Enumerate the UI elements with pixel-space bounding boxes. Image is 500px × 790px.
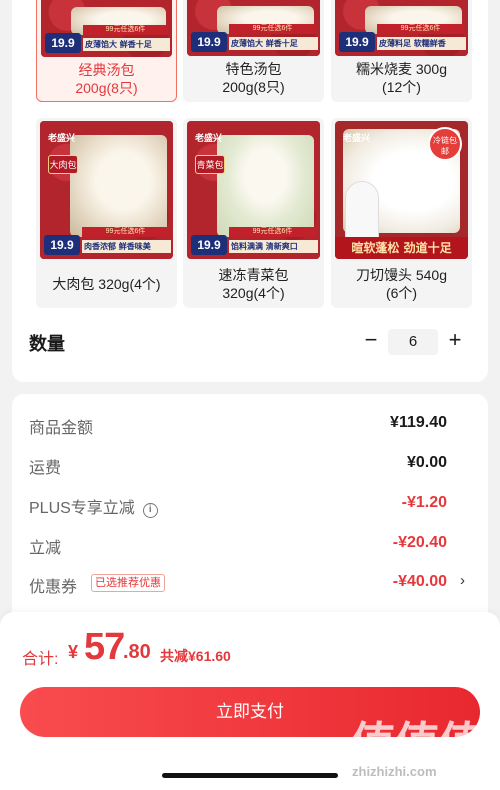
brand-logo: 老盛兴: [48, 134, 76, 144]
price-badge: 19.9: [191, 235, 227, 255]
product-option-classic-soup-bun[interactable]: 19.9 99元任选6件 皮薄馅大 鲜香十足 经典汤包 200g(8只): [36, 0, 177, 102]
plus-discount-value: -¥1.20: [401, 494, 447, 511]
product-thumbnail: 19.9 99元任选6件 皮薄馅大 鲜香十足: [41, 0, 172, 57]
instant-discount-value: -¥20.40: [392, 534, 447, 551]
product-option-sliced-mantou[interactable]: 老盛兴 冷链包邮 暄软蓬松 劲道十足 刀切馒头 540g (6个): [331, 118, 472, 308]
coupon-value[interactable]: -¥40.00: [393, 573, 447, 591]
product-thumbnail: 老盛兴 青菜包 19.9 99元任选6件 馅料满满 清新爽口: [187, 121, 320, 259]
product-option-label-text: 糯米烧麦 300g (12个): [355, 61, 448, 95]
product-option-label: 糯米烧麦 300g (12个): [331, 60, 472, 96]
product-option-vegetable-bun[interactable]: 老盛兴 青菜包 19.9 99元任选6件 馅料满满 清新爽口 速冻青菜包 320…: [183, 118, 324, 308]
product-option-label: 刀切馒头 540g (6个): [331, 266, 472, 302]
product-thumbnail: 老盛兴 冷链包邮 暄软蓬松 劲道十足: [335, 121, 468, 259]
product-option-label: 大肉包 320g(4个): [36, 275, 177, 293]
info-icon[interactable]: i: [142, 503, 158, 518]
cold-chain-badge: 冷链包邮: [428, 127, 462, 161]
product-option-glutinous-shumai[interactable]: 19.9 99元任选6件 皮薄料足 软糯鲜香 糯米烧麦 300g (12个): [331, 0, 472, 102]
brand-logo: 老盛兴: [343, 134, 371, 144]
plus-discount-row: PLUS专享立减 i: [29, 494, 158, 518]
total-amount-decimal: .80: [123, 641, 151, 663]
product-option-label-text: 速冻青菜包 320g(4个): [218, 267, 289, 301]
product-option-label-text: 经典汤包 200g(8只): [75, 62, 138, 96]
promo-strip: 99元任选6件: [83, 25, 168, 35]
product-slogan: 馅料满满 清新爽口: [229, 240, 318, 253]
product-thumbnail: 19.9 99元任选6件 皮薄料足 软糯鲜香: [335, 0, 468, 56]
price-badge: 19.9: [191, 32, 227, 52]
watermark-logo: 值值值: [350, 717, 484, 771]
subtotal-label: 商品金额: [29, 420, 94, 437]
subtotal-value: ¥119.40: [390, 414, 447, 431]
total-amount-integer: 57: [84, 626, 125, 668]
price-badge: 19.9: [44, 235, 80, 255]
plus-discount-label: PLUS专享立减: [29, 500, 135, 517]
product-thumbnail: 19.9 99元任选6件 皮薄馅大 鲜香十足: [187, 0, 320, 56]
home-indicator[interactable]: [162, 773, 338, 778]
quantity-label: 数量: [29, 334, 65, 354]
product-option-special-soup-bun[interactable]: 19.9 99元任选6件 皮薄馅大 鲜香十足 特色汤包 200g(8只): [183, 0, 324, 102]
promo-strip: 99元任选6件: [229, 227, 316, 237]
watermark-url: zhizhizhi.com: [352, 764, 437, 779]
product-tag: 大肉包: [48, 155, 78, 174]
product-option-pork-bun[interactable]: 老盛兴 大肉包 19.9 99元任选6件 肉香浓郁 鲜香味美 大肉包 320g(…: [36, 118, 177, 308]
product-thumbnail: 老盛兴 大肉包 19.9 99元任选6件 肉香浓郁 鲜香味美: [40, 121, 173, 259]
product-option-label-text: 大肉包 320g(4个): [52, 276, 161, 292]
product-slogan: 皮薄馅大 鲜香十足: [229, 37, 318, 50]
brand-logo: 老盛兴: [195, 134, 223, 144]
total-currency: ¥: [68, 642, 79, 662]
shipping-label: 运费: [29, 460, 62, 477]
total-label: 合计:: [22, 651, 59, 668]
product-option-label: 特色汤包 200g(8只): [183, 60, 324, 96]
quantity-increase-button[interactable]: +: [444, 328, 466, 354]
coupon-label[interactable]: 优惠券: [29, 573, 77, 597]
quantity-decrease-button[interactable]: −: [360, 328, 382, 354]
promo-strip: 99元任选6件: [377, 24, 464, 34]
chef-figure: [345, 181, 379, 241]
product-slogan: 肉香浓郁 鲜香味美: [82, 240, 171, 253]
product-option-label-text: 特色汤包 200g(8只): [222, 61, 285, 95]
shipping-value: ¥0.00: [406, 454, 447, 471]
product-slogan: 皮薄料足 软糯鲜香: [377, 37, 466, 50]
product-option-label-text: 刀切馒头 540g (6个): [355, 267, 448, 301]
order-confirm-page: 19.9 99元任选6件 皮薄馅大 鲜香十足 经典汤包 200g(8只) 19.…: [0, 0, 500, 790]
product-tag: 青菜包: [195, 155, 225, 174]
promo-strip: 99元任选6件: [82, 227, 169, 237]
instant-discount-label: 立减: [29, 540, 62, 557]
product-option-label: 速冻青菜包 320g(4个): [183, 266, 324, 302]
coupon-recommended-tag: 已选推荐优惠: [91, 574, 165, 592]
chevron-right-icon[interactable]: ›: [460, 572, 465, 589]
product-option-label: 经典汤包 200g(8只): [37, 61, 176, 97]
total-saving: 共减¥61.60: [160, 648, 231, 664]
promo-strip: 99元任选6件: [229, 24, 316, 34]
product-slogan: 皮薄馅大 鲜香十足: [83, 38, 170, 51]
product-slogan: 暄软蓬松 劲道十足: [335, 237, 468, 259]
price-badge: 19.9: [339, 32, 375, 52]
quantity-input[interactable]: 6: [388, 329, 438, 355]
price-badge: 19.9: [45, 33, 81, 53]
